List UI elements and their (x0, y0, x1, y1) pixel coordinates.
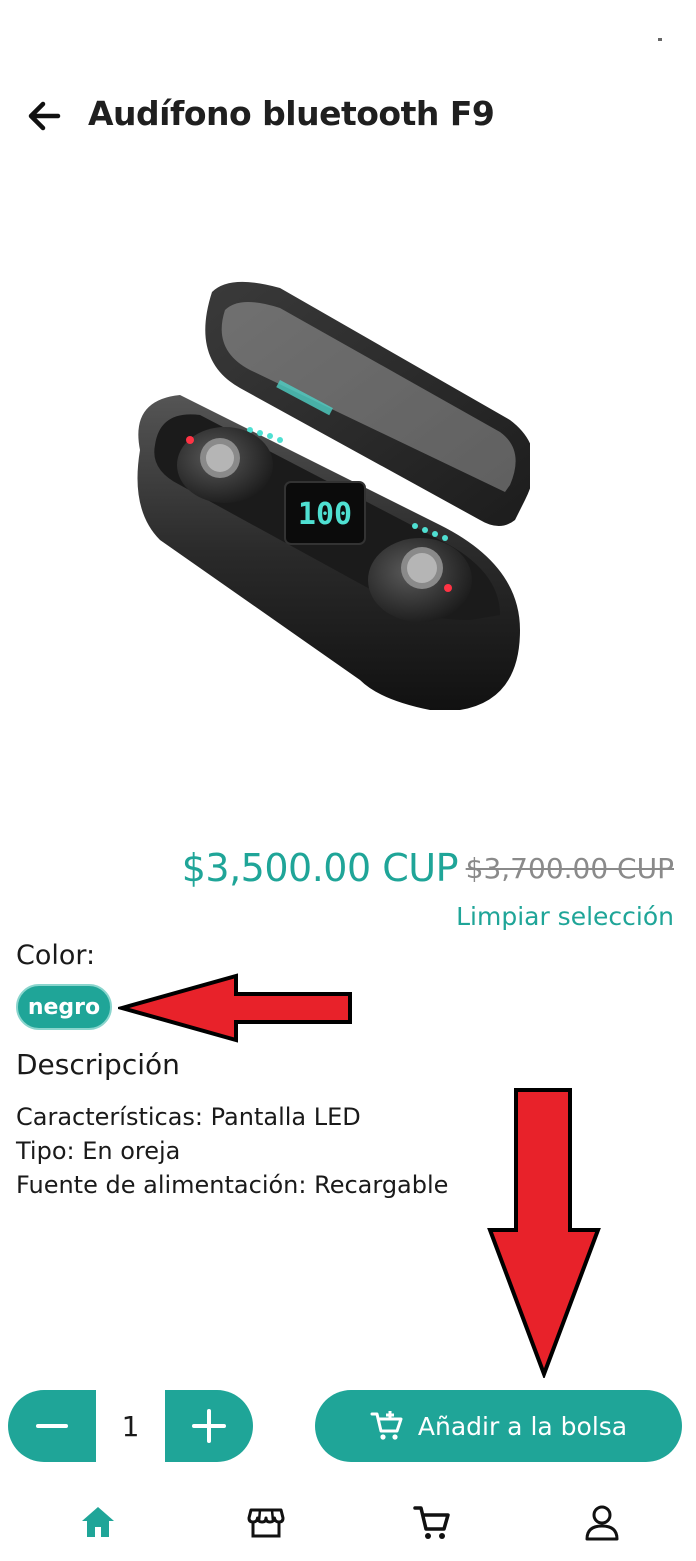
store-icon (247, 1508, 285, 1538)
plus-icon (192, 1409, 226, 1443)
led-display-text: 100 (298, 497, 352, 532)
description-line: Características: Pantalla LED (16, 1103, 361, 1131)
profile-icon (585, 1505, 619, 1541)
back-button[interactable] (24, 96, 64, 136)
annotation-arrow-left (114, 972, 354, 1044)
home-icon (82, 1507, 114, 1537)
quantity-value: 1 (121, 1409, 140, 1443)
minus-icon (36, 1424, 68, 1428)
add-to-bag-label: Añadir a la bolsa (417, 1411, 628, 1441)
decrease-quantity-button[interactable] (8, 1390, 96, 1462)
color-label: Color: (16, 940, 96, 971)
nav-home[interactable] (74, 1498, 122, 1546)
annotation-arrow-down (486, 1086, 602, 1380)
arrow-left-icon (28, 101, 61, 131)
cart-add-icon (370, 1411, 403, 1440)
status-indicator (658, 38, 662, 41)
clear-selection-link[interactable]: Limpiar selección (456, 902, 674, 931)
description-line: Fuente de alimentación: Recargable (16, 1171, 449, 1199)
nav-store[interactable] (242, 1498, 290, 1546)
color-chip-negro[interactable]: negro (16, 984, 112, 1030)
nav-profile[interactable] (578, 1498, 626, 1546)
nav-cart[interactable] (408, 1498, 456, 1546)
cart-icon (413, 1506, 450, 1539)
increase-quantity-button[interactable] (165, 1390, 253, 1462)
product-image: 100 (120, 270, 535, 740)
description-title: Descripción (16, 1048, 180, 1081)
original-price: $3,700.00 CUP (465, 852, 674, 885)
add-to-bag-button[interactable]: Añadir a la bolsa (315, 1390, 682, 1462)
page-title: Audífono bluetooth F9 (88, 94, 495, 133)
current-price: $3,500.00 CUP (181, 846, 459, 890)
description-line: Tipo: En oreja (16, 1137, 181, 1165)
